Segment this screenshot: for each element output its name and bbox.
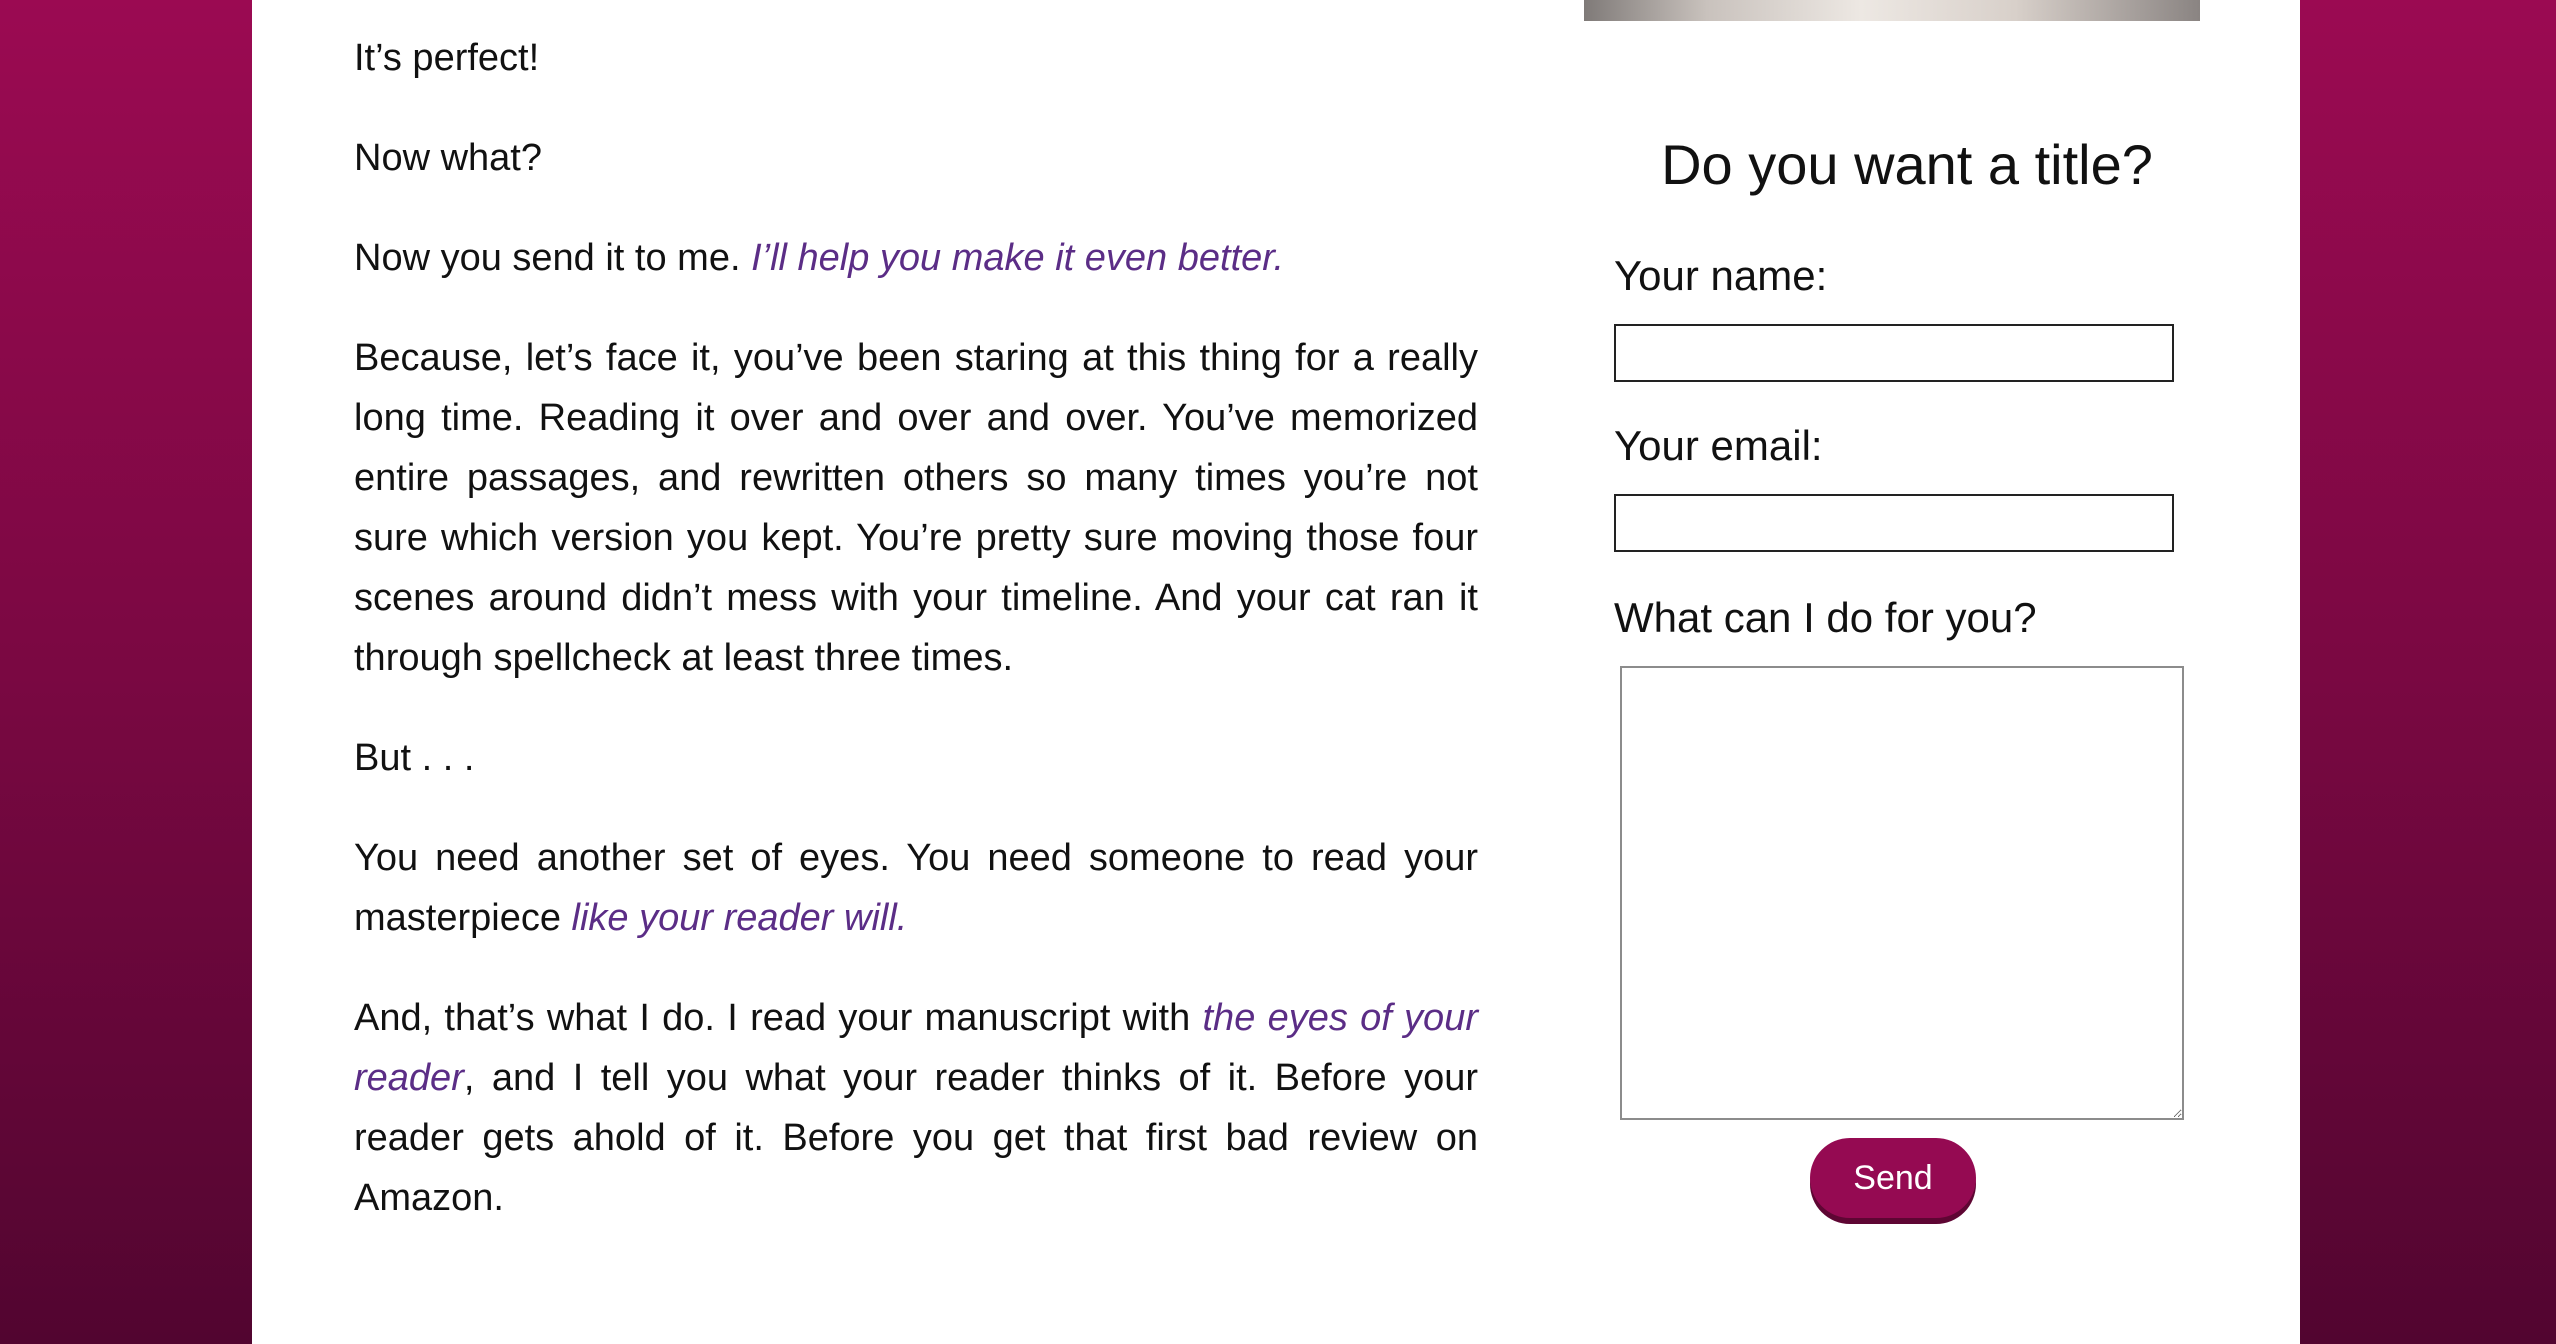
article-paragraph: You need another set of eyes. You need s… [354,828,1478,948]
emphasis-text: like your reader will. [571,897,908,939]
article-paragraph: It’s perfect! [354,37,540,79]
email-field[interactable] [1614,494,2174,552]
article-paragraph: Now you send it to me. I’ll help you mak… [354,228,1478,288]
article-paragraph: Because, let’s face it, you’ve been star… [354,337,1478,679]
name-field[interactable] [1614,324,2174,382]
contact-form: Do you want a title? Your name: Your ema… [1614,120,2198,1218]
emphasis-text: I’ll help you make it even better. [751,237,1285,279]
send-button[interactable]: Send [1810,1138,1976,1218]
article-paragraph: And, that’s what I do. I read your manus… [354,988,1478,1228]
paragraph-text: , and I tell you what your reader thinks… [354,1057,1478,1219]
form-title: Do you want a title? [1661,133,2153,196]
sidebar-image [1584,0,2200,21]
article-body: It’s perfect! Now what? Now you send it … [354,28,1478,1268]
paragraph-text: Now you send it to me. [354,237,752,279]
email-label: Your email: [1614,422,1823,469]
paragraph-text: You need another set of eyes. You need s… [354,837,1478,939]
message-textarea[interactable] [1620,666,2184,1120]
paragraph-text: And, that’s what I do. I read your manus… [354,997,1203,1039]
message-label: What can I do for you? [1614,594,2037,641]
article-paragraph: But . . . [354,737,475,779]
name-label: Your name: [1614,252,1828,299]
page-content: It’s perfect! Now what? Now you send it … [252,0,2300,1344]
article-paragraph: Now what? [354,137,542,179]
